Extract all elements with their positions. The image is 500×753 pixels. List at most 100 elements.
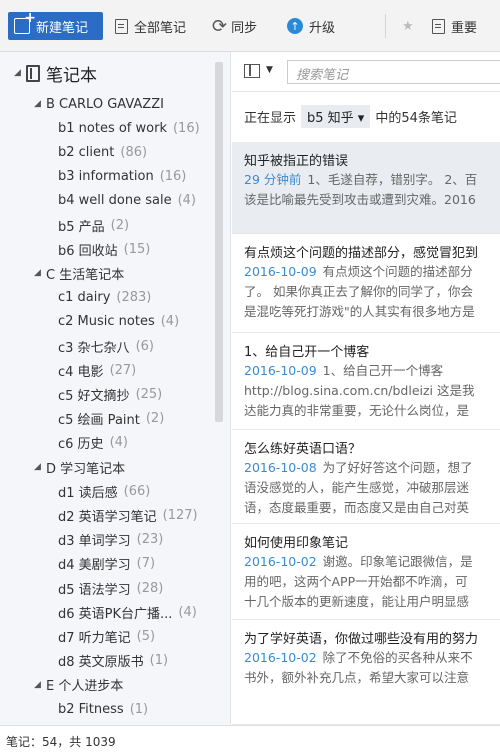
sidebar-item-notebook[interactable]: b5 产品 (2) (58, 213, 230, 237)
sidebar-item-notebook[interactable]: d7 听力笔记 (5) (58, 624, 230, 648)
sidebar-item-notebook[interactable]: c6 历史 (4) (58, 431, 230, 455)
collapse-triangle-icon[interactable]: ◢ (34, 99, 46, 109)
notebook-label: b2 Fitness (58, 701, 124, 717)
notebook-label: d8 英文原版书 (58, 655, 144, 671)
shortcut-star-button[interactable]: ★ (402, 12, 414, 40)
note-date: 2016-10-09 (244, 363, 317, 378)
note-card[interactable]: 如何使用印象笔记 2016-10-02 谢邀。印象笔记跟微信，是 用的吧，这两个APP… (232, 524, 500, 620)
notebook-label: c2 Music notes (58, 314, 155, 330)
notebook-label: b4 well done sale (58, 193, 172, 209)
notebook-label: c1 dairy (58, 290, 111, 306)
sidebar-scrollbar[interactable] (215, 62, 223, 422)
notebook-stack[interactable]: ◢ B CARLO GAVAZZI (34, 92, 230, 116)
note-count: (4) (177, 193, 196, 209)
sync-icon: ⟳ (212, 15, 228, 37)
new-note-button[interactable]: 新建笔记 (8, 10, 103, 40)
notebook-label: d3 单词学习 (58, 534, 131, 550)
note-snippet: 2016-10-08 为了好好答这个问题，想了 (244, 460, 473, 475)
notebook-label: b5 产品 (58, 219, 105, 235)
new-note-icon (14, 10, 36, 34)
note-count: (86) (120, 144, 148, 160)
note-count: (16) (159, 169, 187, 185)
note-date: 2016-10-02 (244, 650, 317, 665)
collapse-triangle-icon[interactable]: ◢ (14, 68, 26, 78)
notebook-label: d2 英语学习笔记 (58, 509, 157, 525)
sidebar: ◢ 笔记本 ◢ B CARLO GAVAZZI b1 notes of work (1… (0, 52, 231, 725)
notebook-label: b6 回收站 (58, 243, 118, 259)
stack-label: D 学习笔记本 (46, 461, 126, 477)
note-title: 有点烦这个问题的描述部分，感觉冒犯到 (244, 246, 479, 261)
view-toggle-icon[interactable] (244, 64, 260, 78)
note-snippet: 十几个版本的更新速度，能让用户明显感 (244, 594, 470, 609)
note-snippet: 语没感觉的人，能产生感觉，冲破那层迷 (244, 480, 470, 495)
note-card[interactable]: 有点烦这个问题的描述部分，感觉冒犯到 2016-10-09 有点烦这个问题的描述部分… (232, 234, 500, 333)
sidebar-item-notebook[interactable]: c3 杂七杂八 (6) (58, 334, 230, 358)
notebook-stack[interactable]: ◢ E 个人进步本 (34, 673, 230, 697)
note-title: 如何使用印象笔记 (244, 536, 349, 551)
collapse-triangle-icon[interactable]: ◢ (34, 268, 46, 278)
sidebar-item-notebook[interactable]: c1 dairy (283) (58, 286, 230, 310)
sidebar-item-notebook[interactable]: d8 英文原版书 (1) (58, 649, 230, 673)
sidebar-item-notebook[interactable]: c2 Music notes (4) (58, 310, 230, 334)
sidebar-item-notebook[interactable]: b2 Fitness (1) (58, 697, 230, 721)
notebook-label: c5 绘画 Paint (58, 413, 140, 429)
sidebar-item-notebook[interactable]: d3 单词学习 (23) (58, 528, 230, 552)
note-snippet: 达能力真的非常重要，无论什么岗位，是 (244, 403, 470, 418)
notebook-label: b3 information (58, 169, 154, 185)
collapse-triangle-icon[interactable]: ◢ (34, 680, 46, 690)
sidebar-item-notebook[interactable]: b2 client (86) (58, 140, 230, 164)
upgrade-button[interactable]: ↑ 升级 (287, 12, 335, 40)
notebook-icon (26, 64, 40, 82)
sidebar-item-notebook[interactable]: d5 语法学习 (28) (58, 576, 230, 600)
collapse-triangle-icon[interactable]: ◢ (34, 462, 46, 472)
important-button[interactable]: 重要 (432, 12, 477, 40)
search-input[interactable]: 搜索笔记 (287, 60, 500, 84)
note-count: (2) (145, 411, 165, 427)
note-count: (4) (109, 435, 128, 451)
notebooks-root-label: 笔记本 (46, 65, 97, 86)
note-card[interactable]: 知乎被指正的错误 29 分钟前 1、毛遂自荐，错别字。 2、百 该是比喻最先受到攻击或… (232, 142, 500, 234)
stack-label: C 生活笔记本 (46, 267, 125, 283)
sync-label: 同步 (231, 20, 258, 36)
all-notes-label: 全部笔记 (134, 20, 187, 36)
note-card[interactable]: 1、给自己开一个博客 2016-10-09 1、给自己开一个博客 http://blo… (232, 333, 500, 430)
note-date: 2016-10-08 (244, 460, 317, 475)
sidebar-item-notebook[interactable]: c4 电影 (27) (58, 358, 230, 382)
note-title: 知乎被指正的错误 (244, 154, 349, 169)
note-count: (28) (136, 580, 164, 596)
note-count: (66) (123, 483, 151, 499)
filter-bar: 正在显示 b5 知乎 ▾ 中的54条笔记 (244, 104, 457, 128)
note-title: 怎么练好英语口语？ (244, 442, 362, 457)
note-count: (7) (136, 556, 156, 572)
sidebar-item-notebook[interactable]: d1 读后感 (66) (58, 479, 230, 503)
sidebar-item-notebook[interactable]: b1 notes of work (16) (58, 116, 230, 140)
view-dropdown-icon[interactable]: ▼ (266, 65, 273, 75)
sidebar-item-notebook[interactable]: b4 well done sale (4) (58, 189, 230, 213)
sidebar-item-notebook[interactable]: d6 英语PK台广播... (4) (58, 600, 230, 624)
note-title: 为了学好英语，你做过哪些没有用的努力 (244, 632, 479, 647)
notebook-stack[interactable]: ◢ D 学习笔记本 (34, 455, 230, 479)
notebooks-root[interactable]: ◢ 笔记本 (14, 61, 229, 86)
notebook-filter-dropdown[interactable]: b5 知乎 ▾ (301, 104, 371, 128)
note-card[interactable]: 怎么练好英语口语？ 2016-10-08 为了好好答这个问题，想了 语没感觉的人，能产… (232, 430, 500, 524)
notebook-label: d4 美剧学习 (58, 558, 131, 574)
notebook-stack[interactable]: ◢ C 生活笔记本 (34, 261, 230, 285)
note-count: (1) (149, 653, 169, 669)
sidebar-item-notebook[interactable]: b6 回收站 (15) (58, 237, 230, 261)
sync-button[interactable]: ⟳ 同步 (212, 12, 257, 40)
note-list-panel: ▼ 搜索笔记 正在显示 b5 知乎 ▾ 中的54条笔记 知乎被指正的错误 29 分… (232, 52, 500, 725)
sidebar-item-notebook[interactable]: c5 绘画 Paint (2) (58, 407, 230, 431)
sidebar-item-notebook[interactable]: c5 好文摘抄 (25) (58, 382, 230, 406)
note-card[interactable]: 为了学好英语，你做过哪些没有用的努力 2016-10-02 除了不免俗的买各种从来不… (232, 620, 500, 725)
toolbar-divider (385, 14, 386, 38)
all-notes-button[interactable]: 全部笔记 (115, 12, 186, 40)
note-snippet: 2016-10-02 除了不免俗的买各种从来不 (244, 650, 473, 665)
sidebar-item-notebook[interactable]: d2 英语学习笔记 (127) (58, 503, 230, 527)
sidebar-item-notebook[interactable]: b3 information (16) (58, 165, 230, 189)
notebook-label: c3 杂七杂八 (58, 340, 130, 356)
list-header: ▼ 搜索笔记 (232, 52, 500, 92)
notebook-label: c5 好文摘抄 (58, 388, 130, 404)
sidebar-item-notebook[interactable]: d4 美剧学习 (7) (58, 552, 230, 576)
note-snippet: 用的吧，这两个APP一开始都不咋滴，可 (244, 574, 468, 589)
note-date: 2016-10-02 (244, 554, 317, 569)
